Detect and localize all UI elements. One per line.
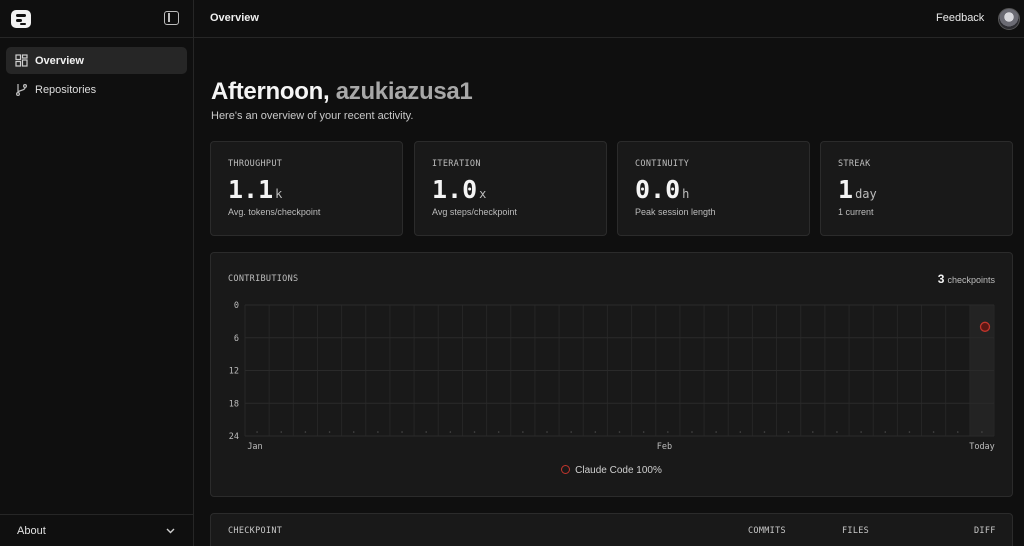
app-logo-icon[interactable] [10, 8, 32, 30]
chevron-down-icon [166, 528, 175, 533]
stat-value-row: 1.0 x [432, 175, 606, 204]
stat-value-row: 1 day [838, 175, 1012, 204]
chart-legend: Claude Code 100% [211, 465, 1012, 476]
stat-label: ITERATION [432, 159, 481, 169]
stat-value: 1.1 [228, 175, 274, 204]
feedback-button[interactable]: Feedback [936, 12, 984, 24]
baseline-marker [763, 431, 766, 433]
stat-card-continuity: CONTINUITY 0.0 h Peak session length [617, 141, 810, 236]
sidebar-item-label: Overview [35, 54, 84, 67]
baseline-marker [715, 431, 717, 433]
greeting-heading: Afternoon, azukiazusa1 [211, 78, 473, 106]
stat-description: Peak session length [635, 207, 716, 217]
baseline-marker [497, 431, 500, 433]
baseline-marker [377, 431, 379, 433]
stat-unit: h [682, 187, 690, 201]
stat-description: 1 current [838, 207, 874, 217]
stat-unit: k [275, 187, 283, 201]
baseline-marker [811, 431, 814, 433]
baseline-marker [280, 431, 283, 433]
baseline-marker [570, 431, 572, 433]
contributions-chart: 0 6 12 18 24 Jan Feb Today [229, 301, 995, 452]
stat-description: Avg. tokens/checkpoint [228, 207, 321, 217]
sidebar-item-overview[interactable]: Overview [6, 47, 187, 74]
stat-label: CONTINUITY [635, 159, 690, 169]
avatar[interactable] [998, 8, 1020, 30]
stat-unit: day [855, 187, 877, 201]
stat-card-throughput: THROUGHPUT 1.1 k Avg. tokens/checkpoint [210, 141, 403, 236]
baseline-marker [328, 431, 331, 433]
baseline-marker [425, 431, 428, 433]
y-tick-label: 6 [234, 334, 239, 344]
baseline-marker [908, 431, 911, 433]
sidebar-about-menu[interactable]: About [0, 514, 193, 546]
baseline-marker [473, 431, 476, 433]
legend-label: Claude Code 100% [575, 465, 662, 476]
legend-marker-icon [561, 465, 571, 474]
baseline-marker [836, 431, 838, 433]
top-bar: Overview Feedback [194, 0, 1024, 38]
baseline-marker [352, 431, 355, 433]
baseline-marker [667, 431, 669, 433]
baseline-marker [739, 431, 742, 433]
baseline-marker [304, 431, 307, 433]
stat-card-iteration: ITERATION 1.0 x Avg steps/checkpoint [414, 141, 607, 236]
column-header-checkpoint[interactable]: CHECKPOINT [228, 526, 282, 536]
page-title: Overview [210, 12, 259, 24]
x-tick-label: Feb [657, 442, 672, 452]
column-header-commits[interactable]: COMMITS [748, 526, 786, 536]
y-tick-label: 0 [234, 301, 239, 311]
sidebar-header [0, 0, 193, 38]
y-tick-label: 12 [229, 367, 239, 377]
baseline-marker [449, 431, 452, 433]
about-label: About [17, 524, 46, 537]
baseline-marker [860, 431, 862, 433]
baseline-marker [981, 431, 983, 433]
greeting-prefix: Afternoon, [211, 78, 330, 105]
baseline-marker [546, 431, 548, 433]
sidebar-toggle-icon[interactable] [164, 11, 179, 25]
stat-card-streak: STREAK 1 day 1 current [820, 141, 1013, 236]
sidebar-item-label: Repositories [35, 83, 97, 96]
stat-value-row: 1.1 k [228, 175, 402, 204]
column-header-files[interactable]: FILES [842, 526, 869, 536]
baseline-marker [401, 431, 403, 433]
stat-description: Avg steps/checkpoint [432, 207, 517, 217]
baseline-marker [522, 431, 524, 433]
contributions-card: CONTRIBUTIONS 3 checkpoints 0 6 12 18 24 Jan Fe… [210, 252, 1013, 497]
baseline-marker [256, 431, 258, 433]
baseline-marker [932, 431, 935, 433]
greeting-username: azukiazusa1 [335, 78, 473, 105]
column-header-diff[interactable]: DIFF [974, 526, 996, 536]
stat-value: 1 [838, 175, 854, 204]
git-branch-icon [16, 84, 28, 96]
y-tick-label: 24 [229, 432, 239, 442]
greeting-subtitle: Here's an overview of your recent activi… [211, 110, 414, 122]
grid-icon [15, 54, 28, 67]
x-tick-label: Today [969, 442, 995, 452]
data-point [979, 321, 991, 332]
checkpoint-table: CHECKPOINT COMMITS FILES DIFF [210, 513, 1013, 546]
sidebar-item-repositories[interactable]: Repositories [6, 76, 187, 103]
baseline-marker [787, 431, 790, 433]
y-tick-label: 18 [229, 399, 239, 409]
stat-value-row: 0.0 h [635, 175, 809, 204]
baseline-marker [594, 431, 597, 433]
x-tick-label: Jan [247, 442, 262, 452]
stat-unit: x [479, 187, 487, 201]
baseline-marker [884, 431, 887, 433]
stat-value: 0.0 [635, 175, 681, 204]
sidebar: Overview Repositories About [0, 0, 194, 546]
baseline-marker [691, 431, 693, 433]
stat-value: 1.0 [432, 175, 478, 204]
baseline-marker [956, 431, 959, 433]
baseline-marker [618, 431, 621, 433]
baseline-marker [642, 431, 645, 433]
stat-label: THROUGHPUT [228, 159, 283, 169]
stat-label: STREAK [838, 159, 871, 169]
